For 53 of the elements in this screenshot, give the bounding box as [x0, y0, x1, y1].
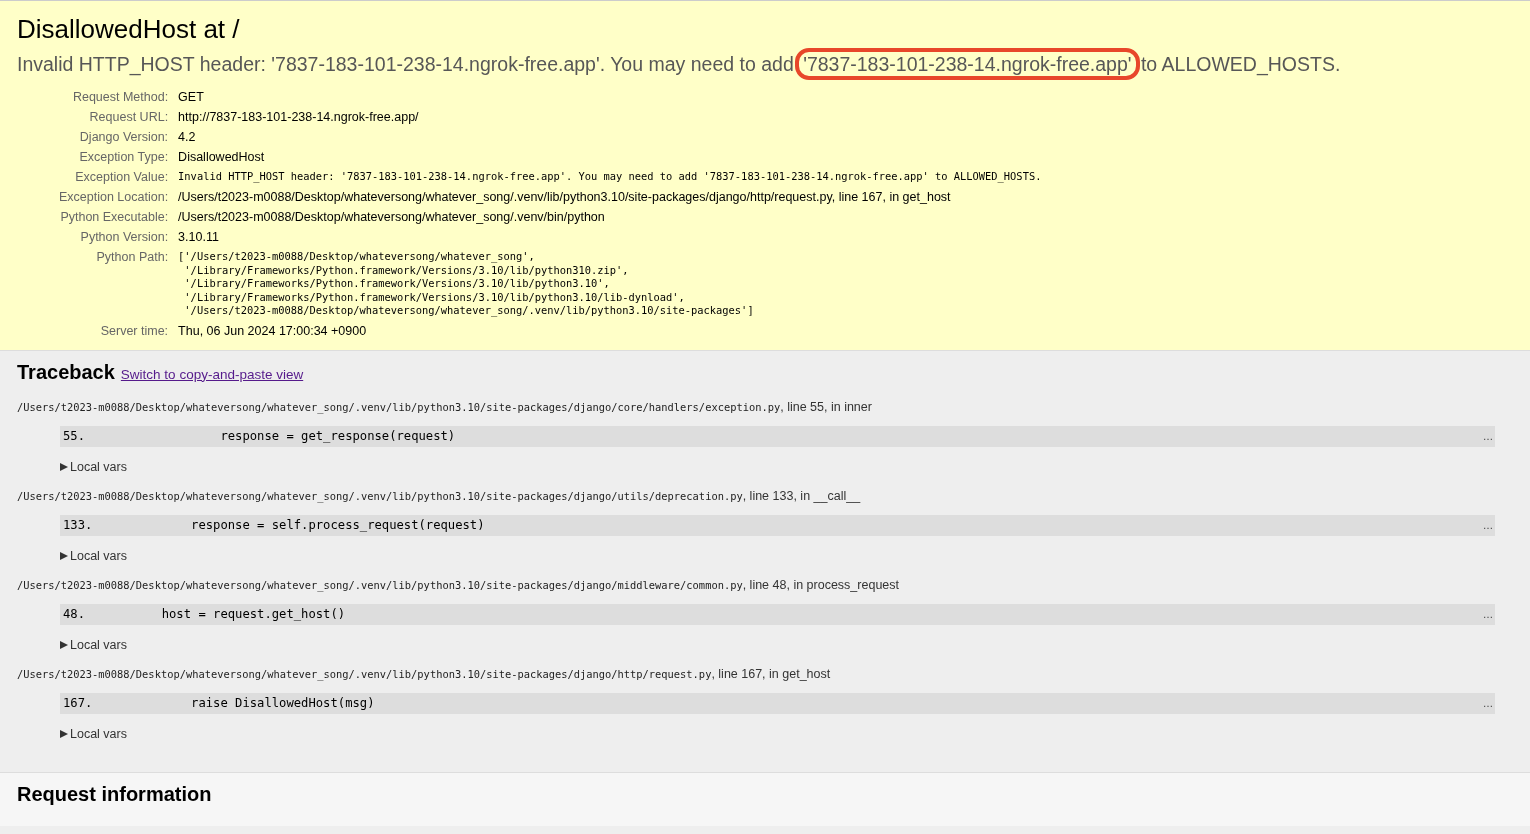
disclosure-triangle-icon	[60, 462, 68, 471]
local-vars-toggle[interactable]: Local vars	[60, 459, 127, 474]
meta-label: Django Version:	[59, 126, 179, 146]
meta-value: Invalid HTTP_HOST header: '7837-183-101-238-14.ngrok-free.app'. You may need to add '7837-183-101-238-14.ngrok-free.app' to ALLOWED_HOSTS.	[178, 169, 1042, 185]
file-path: /Users/t2023-m0088/Desktop/whateversong/whatever_song/.venv/lib/python3.10/site-packages/django/core/handlers/exception.py	[17, 400, 781, 413]
meta-label: Exception Location:	[59, 186, 179, 206]
page-title: DisallowedHost at /	[17, 14, 241, 45]
disclosure-triangle-icon	[60, 640, 68, 649]
meta-label: Server time:	[59, 319, 179, 340]
meta-label: Request Method:	[59, 86, 179, 106]
meta-value: GET	[178, 89, 205, 106]
expand-context-icon[interactable]: …	[1483, 697, 1493, 709]
disclosure-triangle-icon	[60, 551, 68, 560]
section-heading: Traceback	[17, 360, 115, 383]
line-number: 133.	[63, 518, 94, 532]
line-number: 48.	[63, 607, 86, 621]
copy-paste-link[interactable]: Switch to copy-and-paste view	[120, 366, 304, 382]
meta-value: /Users/t2023-m0088/Desktop/whateversong/whatever_song/.venv/bin/python	[178, 209, 606, 226]
frame-location: , line 167, in get_host	[711, 666, 831, 681]
disclosure-triangle-icon	[60, 729, 68, 738]
file-path: /Users/t2023-m0088/Desktop/whateversong/whatever_song/.venv/lib/python3.10/site-packages/django/utils/deprecation.py	[17, 489, 743, 502]
local-vars-toggle[interactable]: Local vars	[60, 726, 127, 741]
expand-context-icon[interactable]: …	[1483, 430, 1493, 442]
section-heading: Request information	[17, 782, 212, 805]
meta-value: http://7837-183-101-238-14.ngrok-free.app/	[178, 109, 420, 126]
file-path: /Users/t2023-m0088/Desktop/whateversong/whatever_song/.venv/lib/python3.10/site-packages/django/middleware/common.py	[17, 578, 743, 591]
local-vars-toggle[interactable]: Local vars	[60, 637, 127, 652]
meta-label: Python Executable:	[59, 206, 179, 226]
source-code: host = request.get_host()	[160, 607, 347, 621]
meta-value: Thu, 06 Jun 2024 17:00:34 +0900	[178, 322, 368, 340]
source-code: response = self.process_request(request)	[190, 518, 486, 532]
meta-label: Request URL:	[59, 106, 179, 126]
meta-label: Python Version:	[59, 226, 179, 246]
highlight-ring: '7837-183-101-238-14.ngrok-free.app'	[795, 48, 1140, 80]
meta-label: Python Path:	[95, 249, 170, 266]
frame-location: , line 133, in __call__	[742, 488, 861, 503]
meta-label: Exception Value:	[74, 169, 170, 186]
line-number: 55.	[63, 429, 86, 443]
source-code: raise DisallowedHost(msg)	[190, 696, 376, 710]
meta-label: Exception Type:	[78, 149, 170, 166]
meta-value: 3.10.11	[178, 229, 220, 246]
expand-context-icon[interactable]: …	[1483, 608, 1493, 620]
meta-value: /Users/t2023-m0088/Desktop/whateversong/whatever_song/.venv/lib/python3.10/site-packages/django/http/request.py, line 167, in get_host	[178, 189, 952, 206]
line-number: 167.	[63, 696, 94, 710]
source-code: response = get_response(request)	[219, 429, 457, 443]
meta-value: DisallowedHost	[178, 149, 266, 166]
frame-location: , line 55, in inner	[780, 399, 872, 414]
expand-context-icon[interactable]: …	[1483, 519, 1493, 531]
file-path: /Users/t2023-m0088/Desktop/whateversong/whatever_song/.venv/lib/python3.10/site-packages/django/http/request.py	[17, 667, 712, 680]
meta-value: ['/Users/t2023-m0088/Desktop/whateversong/whatever_song', '/Library/Frameworks/Python.framework/Versions/3.10/lib/python310.zip', '/Library/Frameworks/Python.framework/Versions/3.10/lib/python3.10', '/Library/Frameworks/Python.framework/Versions/3.10/lib/python3.10/lib-dynload', '/Users/t2023-m0088/Desktop/whateversong/whatever_song/.venv/lib/python3.10/site-packages']	[178, 249, 755, 319]
frame-location: , line 48, in process_request	[742, 577, 899, 592]
meta-value: 4.2	[178, 129, 197, 146]
local-vars-toggle[interactable]: Local vars	[60, 548, 127, 563]
